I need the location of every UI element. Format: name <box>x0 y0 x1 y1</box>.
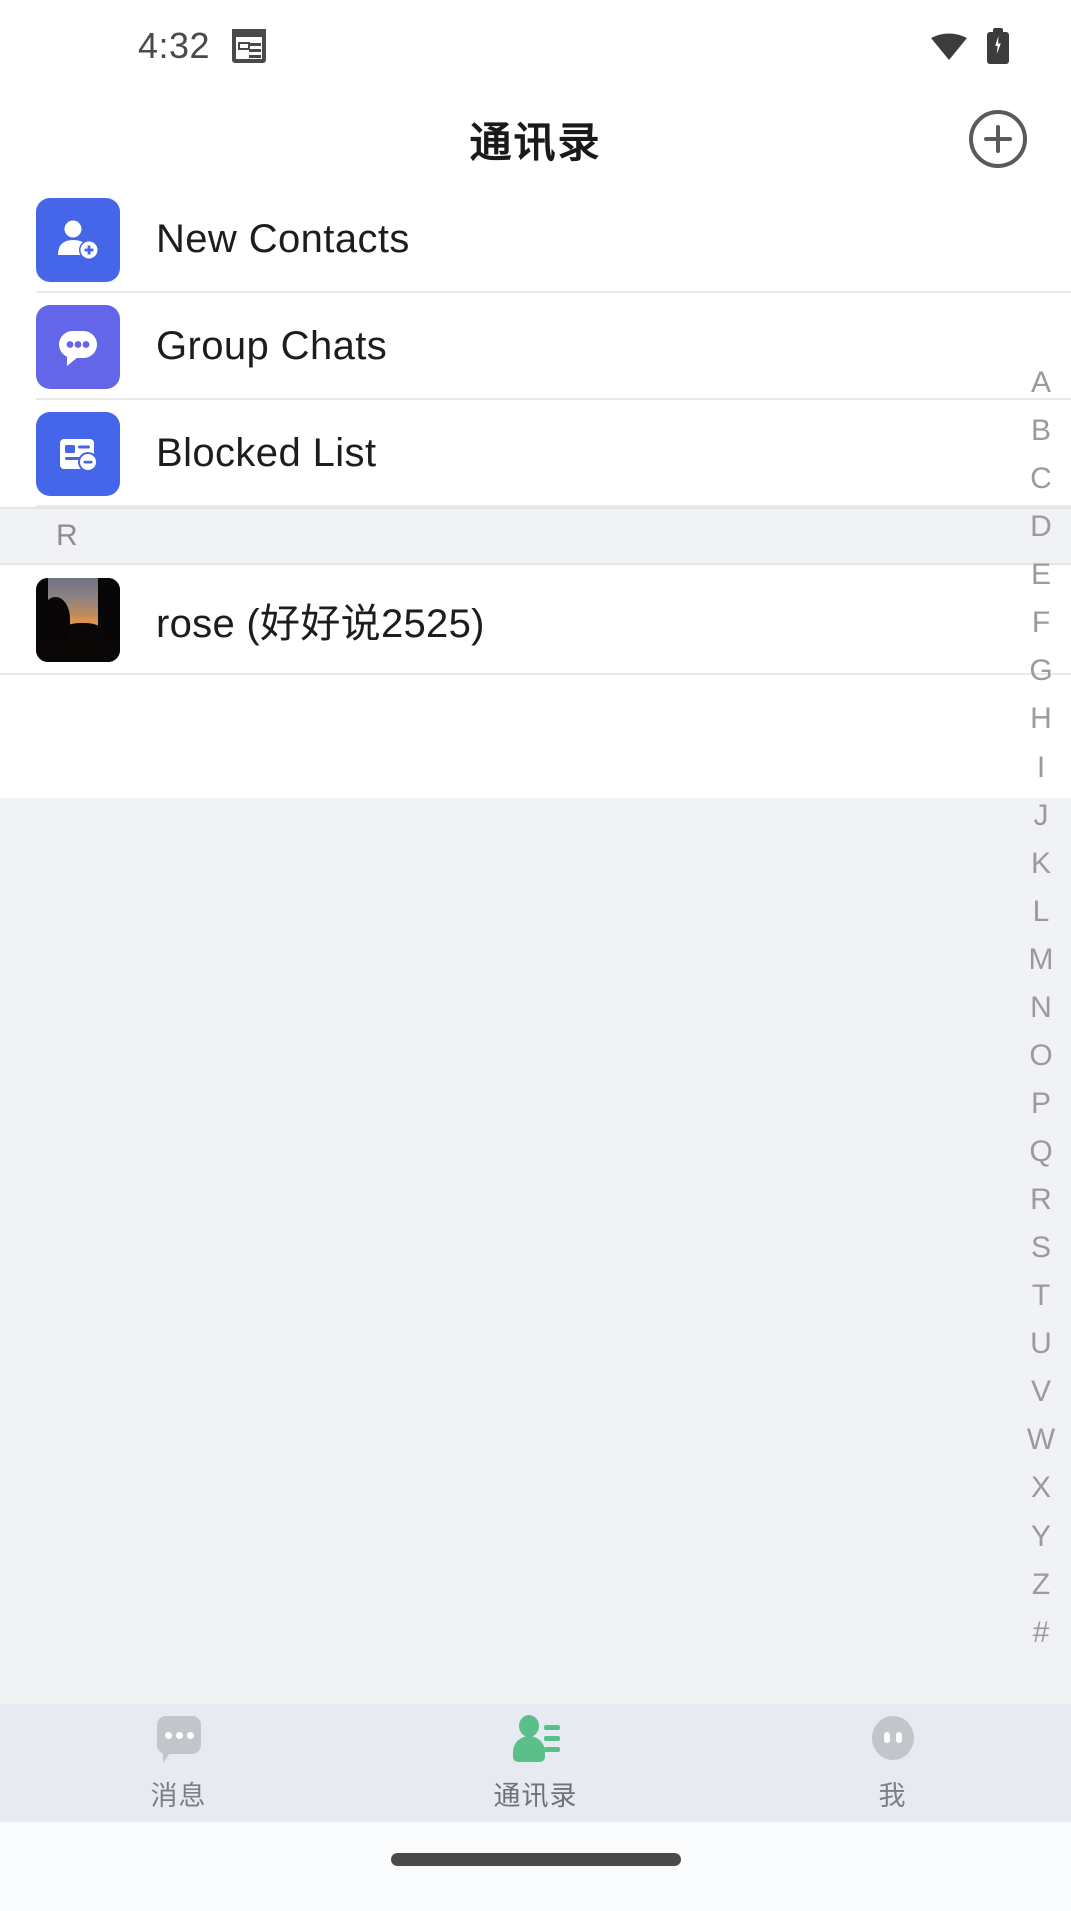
tab-label: 消息 <box>150 1780 207 1811</box>
page-title: 通讯录 <box>469 118 602 166</box>
index-letter[interactable]: Y <box>1011 1521 1071 1552</box>
index-letter[interactable]: J <box>1011 800 1071 831</box>
status-bar-left: 4:32 <box>138 25 267 67</box>
index-letter[interactable]: M <box>1011 944 1071 975</box>
index-letter[interactable]: R <box>1011 1185 1071 1215</box>
menu-item-group-chats[interactable]: Group Chats <box>0 293 1071 400</box>
index-letter[interactable]: S <box>1011 1233 1071 1263</box>
contacts-list: New Contacts Group Chats Blocked List R … <box>0 186 1071 675</box>
status-bar: 4:32 <box>0 0 1071 92</box>
index-letter[interactable]: O <box>1011 1040 1071 1071</box>
menu-item-label: Group Chats <box>156 324 388 368</box>
alphabet-index[interactable]: A B C D E F G H I J K L M N O P Q R S T … <box>1011 368 1071 1648</box>
home-indicator-area <box>0 1822 1071 1911</box>
message-bubble-icon <box>153 1714 205 1766</box>
tab-profile[interactable]: 我 <box>714 1704 1071 1822</box>
menu-item-new-contacts[interactable]: New Contacts <box>0 186 1071 293</box>
add-contact-icon[interactable] <box>969 110 1027 168</box>
index-letter[interactable]: L <box>1011 896 1071 927</box>
tab-messages[interactable]: 消息 <box>0 1704 357 1822</box>
battery-charging-icon <box>987 28 1009 64</box>
menu-item-label: New Contacts <box>156 217 410 261</box>
index-letter[interactable]: T <box>1011 1281 1071 1311</box>
notes-icon <box>232 29 267 63</box>
index-letter[interactable]: W <box>1011 1425 1071 1455</box>
index-letter[interactable]: Z <box>1011 1569 1071 1600</box>
index-letter[interactable]: A <box>1011 368 1071 398</box>
phone-screen: 4:32 通讯录 New Contacts Group Chats Blocke… <box>0 0 1071 1911</box>
tab-contacts[interactable]: 通讯录 <box>357 1704 714 1822</box>
section-letter: R <box>56 519 78 552</box>
tab-label: 我 <box>878 1780 907 1811</box>
index-letter[interactable]: B <box>1011 416 1071 446</box>
profile-face-icon <box>867 1714 919 1766</box>
index-letter[interactable]: G <box>1011 656 1071 686</box>
contact-name: rose (好好说2525) <box>156 602 485 646</box>
index-letter[interactable]: K <box>1011 848 1071 879</box>
menu-item-label: Blocked List <box>156 431 377 475</box>
status-bar-right <box>929 28 1009 64</box>
index-letter[interactable]: Q <box>1011 1137 1071 1167</box>
person-add-icon <box>36 197 120 282</box>
card-block-icon <box>36 411 120 496</box>
index-letter[interactable]: C <box>1011 464 1071 494</box>
index-letter[interactable]: H <box>1011 704 1071 734</box>
bottom-navigation: 消息 通讯录 我 <box>0 1704 1071 1822</box>
empty-list-area <box>0 798 1071 1741</box>
index-letter[interactable]: P <box>1011 1088 1071 1119</box>
index-letter[interactable]: I <box>1011 752 1071 783</box>
wifi-icon <box>931 33 967 60</box>
status-time: 4:32 <box>138 25 211 66</box>
chat-bubble-dots-icon <box>36 304 120 389</box>
index-letter[interactable]: E <box>1011 560 1071 590</box>
contacts-person-icon <box>510 1714 562 1766</box>
home-indicator[interactable] <box>390 1853 681 1866</box>
index-letter[interactable]: D <box>1011 512 1071 542</box>
avatar <box>36 578 120 662</box>
section-header-r: R <box>0 507 1071 565</box>
index-letter[interactable]: N <box>1011 992 1071 1023</box>
menu-item-blocked-list[interactable]: Blocked List <box>0 400 1071 507</box>
page-header: 通讯录 <box>0 92 1071 186</box>
tab-label: 通讯录 <box>493 1780 578 1811</box>
index-letter[interactable]: U <box>1011 1329 1071 1359</box>
index-letter[interactable]: F <box>1011 608 1071 638</box>
index-letter[interactable]: X <box>1011 1473 1071 1503</box>
contact-row[interactable]: rose (好好说2525) <box>0 565 1071 675</box>
index-letter[interactable]: V <box>1011 1377 1071 1407</box>
index-letter[interactable]: # <box>1011 1617 1071 1648</box>
